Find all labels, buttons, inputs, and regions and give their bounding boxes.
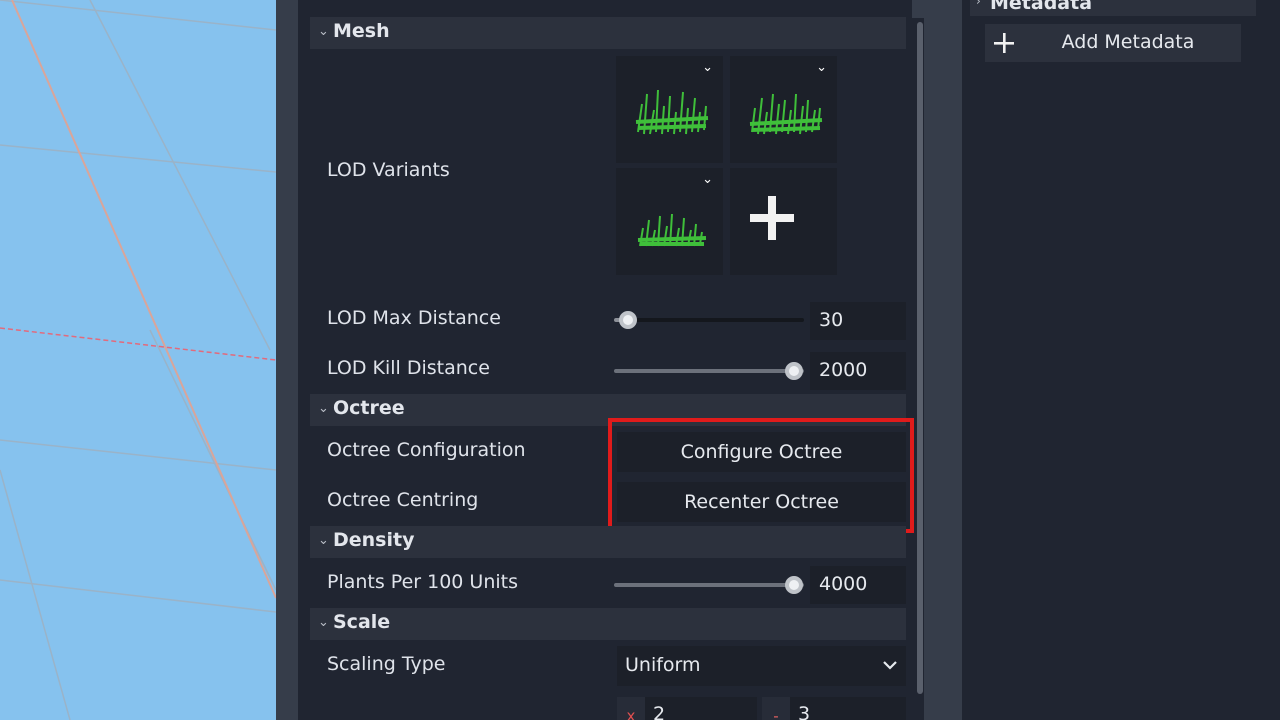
lod-max-distance-slider[interactable] [614,318,804,322]
highlight-box [608,418,914,533]
grass-mesh-icon [635,89,709,135]
chevron-down-icon: ⌄ [318,533,329,548]
octree-centring-label: Octree Centring [327,489,479,511]
scale-x-value: 2 [653,703,666,720]
axis-x-tag: x [617,697,645,720]
lod-variant-slot-1[interactable]: ⌄ [616,56,723,163]
section-title: Octree [333,397,405,419]
scale-y-field[interactable]: - 3 [762,697,906,720]
slider-grabber[interactable] [785,576,803,594]
chevron-down-icon[interactable]: ⌄ [702,172,713,187]
axis-y-tag: - [762,697,790,720]
add-metadata-label: Add Metadata [1061,31,1195,53]
inspector-panel: ⌄ Mesh LOD Variants ⌄ ⌄ ⌄ LOD Max Distan… [276,0,940,720]
lod-kill-distance-slider[interactable] [614,369,804,373]
octree-configuration-label: Octree Configuration [327,439,526,461]
metadata-section-header[interactable]: › Metadata [970,0,1256,16]
lod-max-distance-value[interactable]: 30 [810,302,906,340]
chevron-right-icon: › [976,0,981,8]
add-lod-variant-button[interactable] [730,168,837,275]
grass-mesh-icon [637,213,707,247]
scaling-type-label: Scaling Type [327,653,446,675]
metadata-content [962,0,1280,720]
section-density[interactable]: ⌄ Density [310,526,906,558]
metadata-panel: › Metadata Add Metadata [940,0,1280,720]
chevron-down-icon: ⌄ [318,401,329,416]
lod-kill-distance-value[interactable]: 2000 [810,352,906,390]
section-mesh[interactable]: ⌄ Mesh [310,17,906,49]
viewport-grid [0,0,276,720]
slider-grabber[interactable] [619,311,637,329]
dropdown-arrow-icon [883,661,897,670]
add-metadata-button[interactable]: Add Metadata [985,24,1241,62]
lod-variant-slot-3[interactable]: ⌄ [616,168,723,275]
plants-per-100-units-value[interactable]: 4000 [810,566,906,604]
lod-kill-distance-label: LOD Kill Distance [327,357,490,379]
chevron-down-icon[interactable]: ⌄ [816,60,827,75]
chevron-down-icon: ⌄ [318,615,329,630]
grass-mesh-icon [749,93,823,135]
section-title: Mesh [333,20,390,42]
metadata-title: Metadata [990,0,1093,14]
lod-max-distance-label: LOD Max Distance [327,307,501,329]
lod-variants-label: LOD Variants [327,159,450,181]
scale-x-field[interactable]: x 2 [617,697,757,720]
3d-viewport[interactable] [0,0,276,720]
scrollbar-grabber[interactable] [917,22,923,694]
plants-per-100-units-label: Plants Per 100 Units [327,571,519,593]
scale-y-value: 3 [798,703,811,720]
plus-icon [730,168,837,275]
chevron-down-icon: ⌄ [318,24,329,39]
plants-per-100-units-slider[interactable] [614,583,804,587]
lod-variant-slot-2[interactable]: ⌄ [730,56,837,163]
section-scale[interactable]: ⌄ Scale [310,608,906,640]
slider-grabber[interactable] [785,362,803,380]
section-title: Scale [333,611,391,633]
scaling-type-dropdown[interactable]: Uniform [617,646,906,686]
scaling-type-value: Uniform [625,654,701,676]
chevron-down-icon[interactable]: ⌄ [702,60,713,75]
section-title: Density [333,529,415,551]
